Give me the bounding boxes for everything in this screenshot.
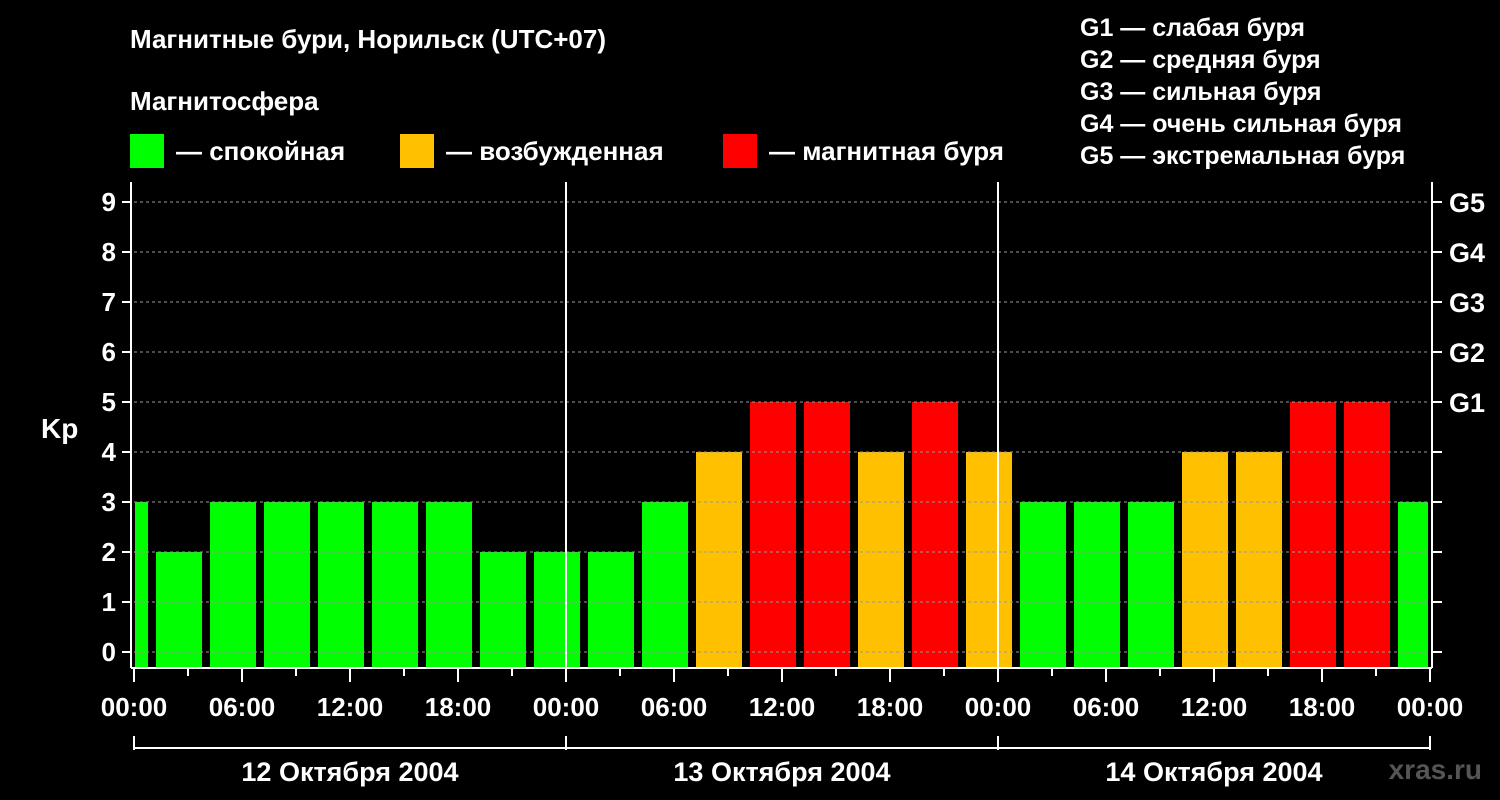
x-tick-label-7: 18:00 bbox=[857, 692, 924, 722]
y-tick-label-3: 3 bbox=[102, 487, 116, 517]
x-tick-label-6: 12:00 bbox=[749, 692, 816, 722]
day-label-1: 13 Октября 2004 bbox=[673, 757, 890, 787]
x-tick-label-2: 12:00 bbox=[317, 692, 384, 722]
x-tick-label-8: 00:00 bbox=[965, 692, 1032, 722]
kp-bar-22 bbox=[1290, 402, 1336, 668]
y-tick-label-2: 2 bbox=[102, 537, 116, 567]
g-tick-label-0: G1 bbox=[1449, 388, 1485, 418]
x-tick-label-4: 00:00 bbox=[533, 692, 600, 722]
x-tick-label-3: 18:00 bbox=[425, 692, 492, 722]
kp-bar-0 bbox=[135, 502, 148, 668]
kp-bar-24 bbox=[1398, 502, 1428, 668]
kp-bar-6 bbox=[426, 502, 472, 668]
kp-bar-23 bbox=[1344, 402, 1390, 668]
y-tick-label-7: 7 bbox=[102, 287, 116, 317]
kp-bar-13 bbox=[804, 402, 850, 668]
x-tick-label-0: 00:00 bbox=[101, 692, 168, 722]
g-tick-label-1: G2 bbox=[1449, 338, 1485, 368]
kp-bar-17 bbox=[1020, 502, 1066, 668]
kp-bar-15 bbox=[912, 402, 958, 668]
kp-bar-2 bbox=[210, 502, 256, 668]
kp-bar-chart: 0 1 2 3 4 5 6 7 8 9 G1 G2 G3 G4 G5 Kp 00:00 06:00 12:00 18:… bbox=[41, 182, 1485, 787]
x-tick-label-12: 00:00 bbox=[1397, 692, 1464, 722]
day-label-2: 14 Октября 2004 bbox=[1105, 757, 1322, 787]
watermark: xras.ru bbox=[1388, 754, 1482, 785]
kp-bar-3 bbox=[264, 502, 310, 668]
y-axis-label: Kp bbox=[41, 413, 78, 444]
y-tick-label-0: 0 bbox=[102, 637, 116, 667]
g-tick-label-2: G3 bbox=[1449, 288, 1485, 318]
y-tick-label-6: 6 bbox=[102, 337, 116, 367]
kp-bar-7 bbox=[480, 552, 526, 668]
kp-bar-12 bbox=[750, 402, 796, 668]
kp-bar-18 bbox=[1074, 502, 1120, 668]
day-label-0: 12 Октября 2004 bbox=[241, 757, 458, 787]
kp-bar-14 bbox=[858, 452, 904, 668]
x-tick-label-10: 12:00 bbox=[1181, 692, 1248, 722]
kp-bar-20 bbox=[1182, 452, 1228, 668]
kp-bar-1 bbox=[156, 552, 202, 668]
g-tick-label-3: G4 bbox=[1449, 238, 1485, 268]
kp-bar-8 bbox=[534, 552, 580, 668]
y-tick-label-1: 1 bbox=[102, 587, 116, 617]
kp-bar-10 bbox=[642, 502, 688, 668]
y-tick-label-4: 4 bbox=[102, 437, 117, 467]
kp-bar-11 bbox=[696, 452, 742, 668]
kp-bar-9 bbox=[588, 552, 634, 668]
x-tick-label-11: 18:00 bbox=[1289, 692, 1356, 722]
kp-bar-5 bbox=[372, 502, 418, 668]
kp-bar-16 bbox=[966, 452, 1012, 668]
g-tick-label-4: G5 bbox=[1449, 188, 1485, 218]
x-tick-label-5: 06:00 bbox=[641, 692, 708, 722]
kp-bar-19 bbox=[1128, 502, 1174, 668]
kp-bar-21 bbox=[1236, 452, 1282, 668]
x-tick-label-9: 06:00 bbox=[1073, 692, 1140, 722]
y-tick-label-9: 9 bbox=[102, 187, 116, 217]
x-tick-label-1: 06:00 bbox=[209, 692, 276, 722]
kp-bar-4 bbox=[318, 502, 364, 668]
y-tick-label-5: 5 bbox=[102, 387, 116, 417]
y-tick-label-8: 8 bbox=[102, 237, 116, 267]
